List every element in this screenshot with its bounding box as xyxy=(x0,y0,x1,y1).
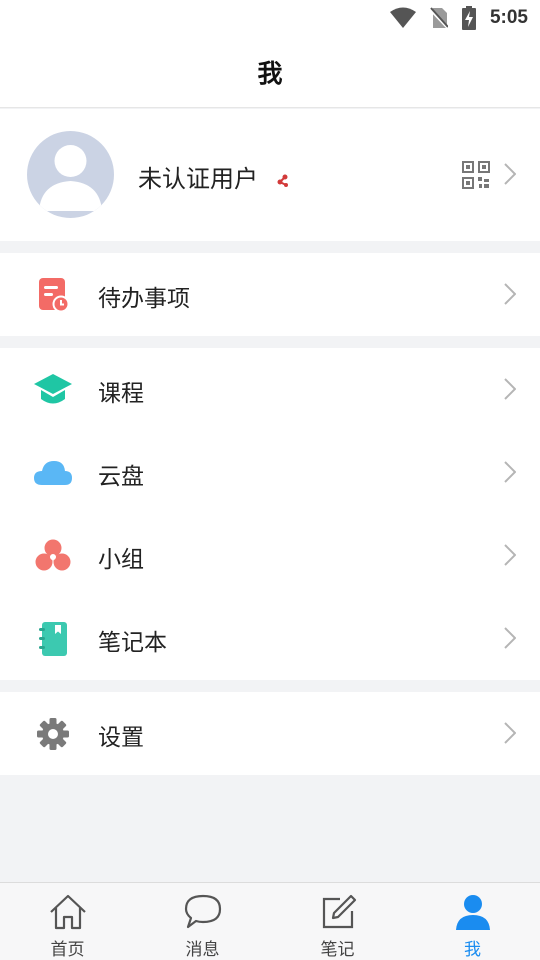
todo-section: 待办事项 xyxy=(0,253,540,336)
chevron-right-icon xyxy=(504,722,516,744)
chevron-right-icon xyxy=(504,544,516,566)
home-icon xyxy=(50,894,86,930)
menu-item-label: 小组 xyxy=(98,547,144,573)
feature-section: 课程 云盘 小组 笔记本 xyxy=(0,348,540,680)
menu-item-courses[interactable]: 课程 xyxy=(0,348,540,431)
menu-item-label: 云盘 xyxy=(98,464,144,490)
tab-me[interactable]: 我 xyxy=(405,883,540,960)
default-avatar-icon xyxy=(39,145,102,211)
group-icon xyxy=(35,539,71,571)
menu-item-groups[interactable]: 小组 xyxy=(0,514,540,597)
navigation-bar: 我 xyxy=(0,36,540,108)
graduation-cap-icon xyxy=(34,374,72,404)
tab-notes[interactable]: 笔记 xyxy=(270,883,405,960)
menu-item-label: 待办事项 xyxy=(98,286,190,312)
tab-home[interactable]: 首页 xyxy=(0,883,135,960)
user-icon xyxy=(456,895,490,930)
menu-item-cloud[interactable]: 云盘 xyxy=(0,431,540,514)
tab-label: 我 xyxy=(464,940,481,960)
menu-item-label: 课程 xyxy=(98,381,144,407)
menu-item-label: 设置 xyxy=(98,725,144,751)
profile-card[interactable]: 未认证用户 xyxy=(0,109,540,241)
menu-item-label: 笔记本 xyxy=(98,630,167,656)
profile-name: 未认证用户 xyxy=(138,165,258,193)
gear-icon xyxy=(37,718,69,750)
no-sim-icon xyxy=(429,7,448,29)
qr-code-icon[interactable] xyxy=(462,161,490,189)
tab-label: 笔记 xyxy=(320,940,355,960)
battery-charging-icon xyxy=(461,6,476,30)
avatar[interactable] xyxy=(27,131,114,218)
cloud-icon xyxy=(34,461,72,485)
chevron-right-icon xyxy=(504,378,516,400)
wifi-icon xyxy=(389,7,416,28)
settings-section: 设置 xyxy=(0,692,540,775)
edit-note-icon xyxy=(322,894,357,929)
notebook-icon xyxy=(39,622,67,656)
menu-item-notebook[interactable]: 笔记本 xyxy=(0,597,540,680)
unverified-badge-icon xyxy=(277,174,288,187)
menu-item-settings[interactable]: 设置 xyxy=(0,692,540,775)
status-bar: 5:05 xyxy=(0,0,540,36)
status-time: 5:05 xyxy=(489,7,528,28)
chat-bubble-icon xyxy=(184,894,222,929)
tab-label: 消息 xyxy=(185,940,220,960)
tab-messages[interactable]: 消息 xyxy=(135,883,270,960)
chevron-right-icon xyxy=(504,461,516,483)
tab-label: 首页 xyxy=(50,940,85,960)
todo-icon xyxy=(39,278,70,313)
bottom-tab-bar: 首页 消息 笔记 我 xyxy=(0,882,540,960)
chevron-right-icon xyxy=(504,163,516,185)
chevron-right-icon xyxy=(504,627,516,649)
page-title: 我 xyxy=(257,58,283,88)
menu-item-todo[interactable]: 待办事项 xyxy=(0,253,540,336)
chevron-right-icon xyxy=(504,283,516,305)
